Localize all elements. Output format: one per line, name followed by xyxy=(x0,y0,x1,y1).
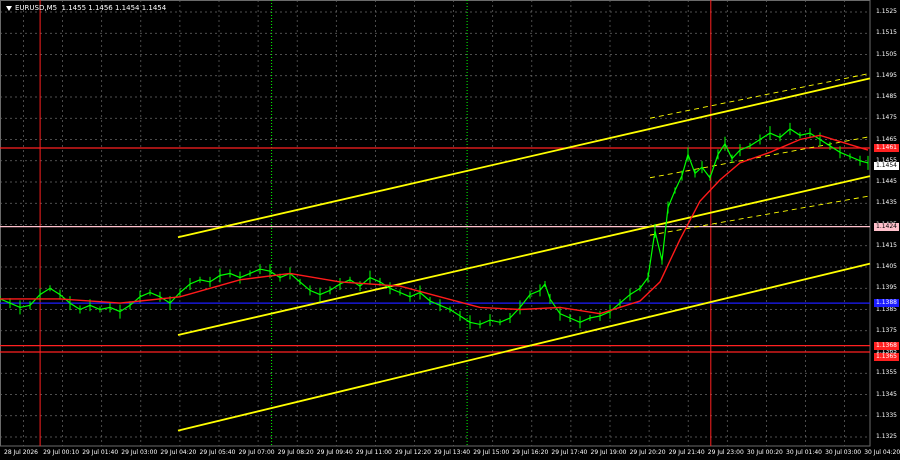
time-tick-label: 29 Jul 05:40 xyxy=(199,449,236,456)
time-tick-label: 30 Jul 01:40 xyxy=(786,449,822,456)
time-tick-label: 29 Jul 23:00 xyxy=(707,449,744,456)
price-tick-label: 1.1445 xyxy=(876,178,897,185)
price-tick-label: 1.1525 xyxy=(876,8,897,15)
price-tick-label: 1.1515 xyxy=(876,29,897,37)
plot-frame xyxy=(0,0,871,447)
time-tick-label: 29 Jul 11:00 xyxy=(355,449,392,456)
price-tick-label: 1.1345 xyxy=(876,390,897,398)
channel-dashed-line xyxy=(649,72,871,119)
price-tick-label: 1.1355 xyxy=(876,369,897,377)
level-price-tag: 1.1365 xyxy=(874,353,899,361)
time-tick-label: 29 Jul 17:40 xyxy=(551,449,588,456)
time-tick-label: 30 Jul 00:20 xyxy=(746,449,783,456)
time-tick-label: 29 Jul 13:40 xyxy=(434,449,471,456)
time-tick-label: 30 Jul 03:00 xyxy=(825,449,862,456)
price-tick-label: 1.1485 xyxy=(876,93,897,100)
time-tick-label: 29 Jul 09:40 xyxy=(316,449,353,456)
time-tick-label: 29 Jul 08:20 xyxy=(277,449,314,456)
price-tick-label: 1.1325 xyxy=(876,433,897,440)
time-tick-label: 29 Jul 04:20 xyxy=(160,449,197,456)
time-tick-label: 29 Jul 15:00 xyxy=(473,449,510,456)
time-tick-label: 29 Jul 19:00 xyxy=(590,449,627,456)
price-tick-label: 1.1465 xyxy=(876,135,897,143)
time-tick-label: 29 Jul 00:10 xyxy=(43,449,80,456)
current-price-tag: 1.1454 xyxy=(874,161,899,170)
price-tick-label: 1.1495 xyxy=(876,71,897,79)
price-tick-label: 1.1505 xyxy=(876,50,897,58)
level-price-tag: 1.1368 xyxy=(874,341,899,350)
price-tick-label: 1.1415 xyxy=(876,241,897,249)
price-tick-label: 1.1335 xyxy=(876,411,897,419)
time-tick-label: 28 Jul 2026 xyxy=(4,449,38,456)
price-tick-label: 1.1435 xyxy=(876,199,897,207)
dropdown-triangle-icon[interactable] xyxy=(6,5,12,11)
channel-line xyxy=(177,77,871,239)
price-tick-label: 1.1405 xyxy=(876,263,897,270)
symbol-label: EURUSD,M5 xyxy=(15,4,58,12)
level-price-tag: 1.1424 xyxy=(874,222,899,231)
time-tick-label: 29 Jul 20:20 xyxy=(629,449,666,456)
time-tick-label: 29 Jul 21:40 xyxy=(668,449,705,456)
level-price-tag: 1.1388 xyxy=(874,299,899,308)
chart-window[interactable]: EURUSD,M5 1.1455 1.1456 1.1454 1.1454 1.… xyxy=(0,0,900,460)
time-tick-label: 29 Jul 07:00 xyxy=(238,449,275,456)
chart-title: EURUSD,M5 1.1455 1.1456 1.1454 1.1454 xyxy=(6,4,166,12)
price-tick-label: 1.1375 xyxy=(876,326,897,334)
time-tick-label: 30 Jul 04:20 xyxy=(864,449,900,456)
price-tick-label: 1.1395 xyxy=(876,284,897,292)
time-tick-label: 29 Jul 16:20 xyxy=(512,449,549,456)
price-tick-label: 1.1475 xyxy=(876,114,897,122)
price-chart[interactable] xyxy=(0,0,900,460)
time-tick-label: 29 Jul 12:20 xyxy=(395,449,431,456)
time-tick-label: 29 Jul 01:40 xyxy=(82,449,119,456)
time-tick-label: 29 Jul 03:00 xyxy=(121,449,158,456)
ohlc-values: 1.1455 1.1456 1.1454 1.1454 xyxy=(61,4,167,12)
level-price-tag: 1.1461 xyxy=(874,144,899,152)
